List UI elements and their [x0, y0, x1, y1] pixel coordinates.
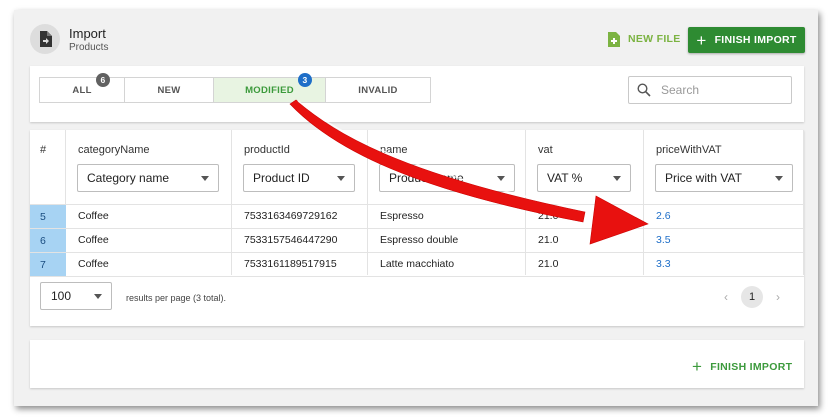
column-header: productId — [244, 144, 290, 156]
row-number: 7 — [30, 253, 66, 276]
products-table: # categoryName Category name productId P… — [30, 130, 804, 326]
chevron-down-icon — [94, 294, 102, 299]
column-header: priceWithVAT — [656, 144, 722, 156]
cell-priceWithVAT: 3.5 — [656, 234, 671, 246]
column-header: categoryName — [78, 144, 150, 156]
product-id-filter[interactable]: Product ID — [243, 164, 355, 192]
footer-card: + FINISH IMPORT — [30, 340, 804, 388]
column-header: # — [40, 144, 47, 156]
finish-import-link[interactable]: + FINISH IMPORT — [692, 358, 792, 375]
divider — [30, 252, 804, 253]
status-tabs: ALL 6 NEW MODIFIED 3 INVALID — [39, 73, 431, 103]
cell-categoryName: Coffee — [78, 258, 109, 270]
row-number: 5 — [30, 205, 66, 228]
cell-priceWithVAT: 3.3 — [656, 258, 671, 270]
finish-import-label: FINISH IMPORT — [714, 34, 797, 46]
new-file-icon — [608, 31, 620, 47]
cell-categoryName: Coffee — [78, 210, 109, 222]
page-subtitle: Products — [69, 42, 109, 53]
chevron-right-icon[interactable]: › — [771, 290, 785, 304]
page-title: Import — [69, 26, 106, 41]
cell-vat: 21.0 — [538, 210, 559, 222]
tab-label: ALL — [72, 84, 92, 96]
chevron-down-icon — [337, 176, 345, 181]
chevron-down-icon — [775, 176, 783, 181]
search-box[interactable] — [628, 76, 792, 104]
tab-invalid[interactable]: INVALID — [325, 77, 431, 103]
filter-label: Product ID — [253, 171, 310, 185]
cell-productId: 7533163469729162 — [244, 210, 338, 222]
cell-categoryName: Coffee — [78, 234, 109, 246]
chevron-down-icon — [497, 176, 505, 181]
results-summary: results per page (3 total). — [126, 293, 227, 303]
pagination: ‹ 1 › — [719, 286, 785, 308]
import-file-icon — [30, 24, 60, 54]
column-name: name Product name — [368, 130, 526, 275]
chevron-down-icon — [613, 176, 621, 181]
per-page-value: 100 — [51, 289, 72, 303]
filter-label: Category name — [87, 171, 170, 185]
chevron-down-icon — [201, 176, 209, 181]
tab-label: MODIFIED — [245, 84, 294, 96]
tab-modified[interactable]: MODIFIED 3 — [213, 73, 326, 103]
finish-import-button[interactable]: + FINISH IMPORT — [688, 27, 805, 53]
cell-vat: 21.0 — [538, 234, 559, 246]
count-badge: 3 — [298, 73, 312, 87]
cell-name: Espresso double — [380, 234, 459, 246]
vat-filter[interactable]: VAT % — [537, 164, 631, 192]
divider — [30, 204, 804, 205]
new-file-label: NEW FILE — [628, 33, 681, 45]
plus-icon: + — [692, 357, 703, 376]
cell-name: Latte macchiato — [380, 258, 455, 270]
cell-name: Espresso — [380, 210, 424, 222]
divider — [30, 228, 804, 229]
divider — [30, 276, 804, 277]
finish-import-label: FINISH IMPORT — [710, 360, 793, 373]
count-badge: 6 — [96, 73, 110, 87]
product-name-filter[interactable]: Product name — [379, 164, 515, 192]
tab-all[interactable]: ALL 6 — [39, 73, 125, 103]
plus-icon: + — [696, 30, 707, 50]
filter-label: Price with VAT — [665, 171, 742, 185]
column-header: vat — [538, 144, 553, 156]
page-button[interactable]: 1 — [741, 286, 763, 308]
cell-vat: 21.0 — [538, 258, 559, 270]
import-window: Import Products NEW FILE + FINISH IMPORT… — [14, 10, 818, 406]
column-productId: productId Product ID — [232, 130, 368, 275]
per-page-select[interactable]: 100 — [40, 282, 112, 310]
column-categoryName: categoryName Category name — [66, 130, 232, 275]
filter-label: VAT % — [547, 171, 583, 185]
tab-label: INVALID — [358, 84, 398, 96]
cell-priceWithVAT: 2.6 — [656, 210, 671, 222]
tab-label: NEW — [157, 84, 181, 96]
filter-label: Product name — [389, 171, 464, 185]
row-number: 6 — [30, 229, 66, 252]
column-priceWithVAT: priceWithVAT Price with VAT — [644, 130, 804, 275]
new-file-button[interactable]: NEW FILE — [608, 30, 681, 48]
chevron-left-icon[interactable]: ‹ — [719, 290, 733, 304]
price-with-vat-filter[interactable]: Price with VAT — [655, 164, 793, 192]
cell-productId: 7533161189517915 — [244, 258, 337, 270]
cell-productId: 7533157546447290 — [244, 234, 338, 246]
column-header: name — [380, 144, 408, 156]
search-input[interactable] — [659, 82, 783, 98]
filter-bar: ALL 6 NEW MODIFIED 3 INVALID — [30, 66, 804, 122]
tab-new[interactable]: NEW — [124, 77, 214, 103]
column-vat: vat VAT % — [526, 130, 644, 275]
search-icon — [637, 83, 651, 97]
category-name-filter[interactable]: Category name — [77, 164, 219, 192]
